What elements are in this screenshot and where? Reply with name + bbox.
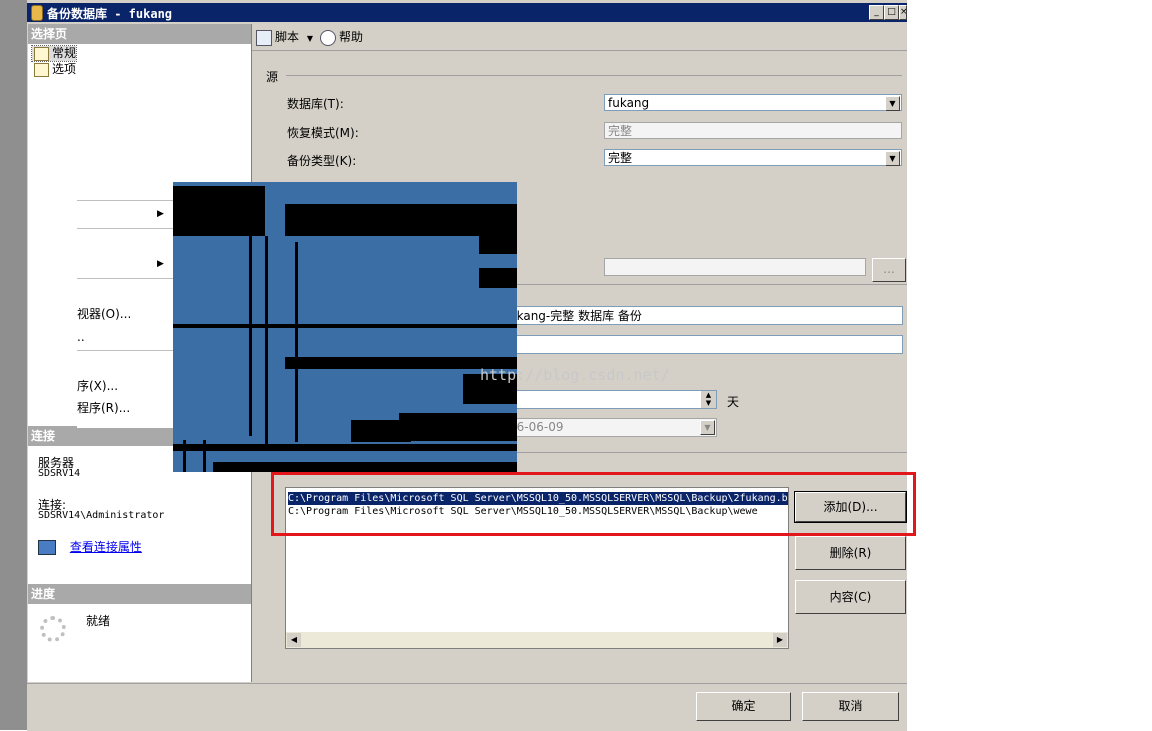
source-group: 源 [266, 68, 902, 84]
divider [505, 452, 907, 453]
nav-item-label: 选项 [52, 62, 77, 76]
nav-item-general[interactable]: 常规 [30, 45, 78, 62]
menu-item[interactable]: 视器(O)... [77, 305, 131, 322]
glitch-block [249, 236, 252, 436]
database-icon [31, 5, 43, 21]
submenu-arrow-icon: ▶ [157, 209, 164, 219]
expire-days-input[interactable]: ▲ ▼ [505, 390, 717, 409]
properties-icon [38, 540, 56, 555]
status-ready: 就绪 [86, 614, 111, 628]
glitch-block [213, 462, 517, 472]
chevron-down-icon[interactable]: ▼ [307, 34, 313, 43]
minimize-button[interactable]: _ [869, 5, 884, 20]
source-group-title: 源 [266, 70, 283, 84]
days-unit-label: 天 [727, 395, 740, 409]
backup-set-name-input[interactable]: ukang-完整 数据库 备份 [505, 306, 903, 325]
page-icon [34, 63, 49, 77]
scroll-left-icon[interactable]: ◀ [287, 633, 301, 647]
glitch-block [173, 186, 265, 236]
nav-item-label: 常规 [52, 46, 77, 60]
menu-separator [77, 278, 174, 279]
menu-separator [77, 228, 174, 229]
glitch-block [265, 236, 268, 446]
page-icon [34, 47, 49, 61]
backup-component-field [604, 258, 866, 276]
close-button[interactable]: × [899, 5, 907, 20]
toolbar: 脚本 ▼ 帮助 [252, 24, 907, 51]
watermark-text: http://blog.csdn.net/ [480, 366, 670, 384]
highlight-box [271, 472, 916, 536]
select-page-header: 选择页 [28, 24, 251, 44]
glitch-block [173, 324, 517, 328]
glitch-block [479, 236, 517, 254]
script-icon [256, 29, 272, 46]
overlay-glitch-panel [173, 182, 517, 472]
menu-item[interactable]: 程序(R)... [77, 399, 130, 416]
ok-button[interactable]: 确定 [696, 692, 791, 721]
database-select[interactable]: fukang ▼ [604, 94, 902, 111]
backup-type-value: 完整 [608, 151, 633, 165]
scroll-right-icon[interactable]: ▶ [773, 633, 787, 647]
connection-value: SDSRV14\Administrator [38, 510, 165, 521]
server-value: SDSRV14 [38, 468, 81, 479]
menu-separator [77, 200, 174, 201]
expire-date-select[interactable]: 16-06-09 ▼ [505, 418, 717, 437]
menu-item[interactable]: 序(X)... [77, 377, 118, 394]
connection-properties-text[interactable]: 查看连接属性 [70, 540, 142, 554]
script-label: 脚本 [275, 30, 300, 44]
browse-button[interactable]: ... [872, 258, 906, 282]
maximize-button[interactable]: □ [884, 5, 899, 20]
help-label: 帮助 [339, 30, 364, 44]
progress-header: 进度 [28, 584, 251, 604]
recovery-model-field: 完整 [604, 122, 902, 139]
backup-type-select[interactable]: 完整 ▼ [604, 149, 902, 166]
glitch-block [399, 413, 517, 441]
chevron-down-icon[interactable]: ▼ [885, 151, 900, 166]
chevron-down-icon[interactable]: ▼ [885, 96, 900, 111]
menu-separator [77, 350, 174, 351]
title-bar[interactable]: 备份数据库 - fukang _ □ × [27, 3, 907, 22]
scroll-track[interactable] [303, 633, 773, 647]
chevron-down-icon[interactable]: ▼ [700, 420, 715, 435]
menu-item[interactable]: .. [77, 330, 85, 344]
recovery-model-value: 完整 [608, 124, 633, 138]
glitch-block [479, 268, 517, 288]
progress-spinner-icon [40, 616, 66, 642]
glitch-block [285, 204, 517, 236]
script-button[interactable]: 脚本 ▼ [256, 28, 313, 46]
database-select-value: fukang [608, 96, 650, 110]
glitch-block [351, 420, 411, 442]
cancel-button[interactable]: 取消 [802, 692, 899, 721]
connection-properties-link[interactable]: 查看连接属性 [38, 538, 142, 555]
expire-date-value: 16-06-09 [509, 420, 564, 434]
window-title: 备份数据库 - fukang [47, 7, 173, 21]
backup-set-description-input[interactable] [505, 335, 903, 354]
remove-button[interactable]: 删除(R) [795, 536, 906, 570]
nav-item-options[interactable]: 选项 [32, 62, 76, 77]
help-icon [320, 29, 336, 46]
submenu-arrow-icon: ▶ [157, 259, 164, 269]
help-button[interactable]: 帮助 [320, 28, 363, 46]
dialog-footer: 确定 取消 [27, 683, 907, 731]
recovery-model-label: 恢复模式(M): [287, 126, 359, 140]
glitch-block [183, 440, 186, 472]
backup-type-label: 备份类型(K): [287, 154, 357, 168]
desktop-left-strip [0, 0, 28, 730]
glitch-block [173, 444, 517, 451]
glitch-block [203, 440, 206, 472]
horizontal-scrollbar[interactable]: ◀ ▶ [286, 632, 788, 648]
spin-updown-icon[interactable]: ▲ ▼ [701, 391, 716, 408]
contents-button[interactable]: 内容(C) [795, 580, 906, 614]
database-label: 数据库(T): [287, 97, 344, 111]
glitch-block [295, 242, 298, 442]
